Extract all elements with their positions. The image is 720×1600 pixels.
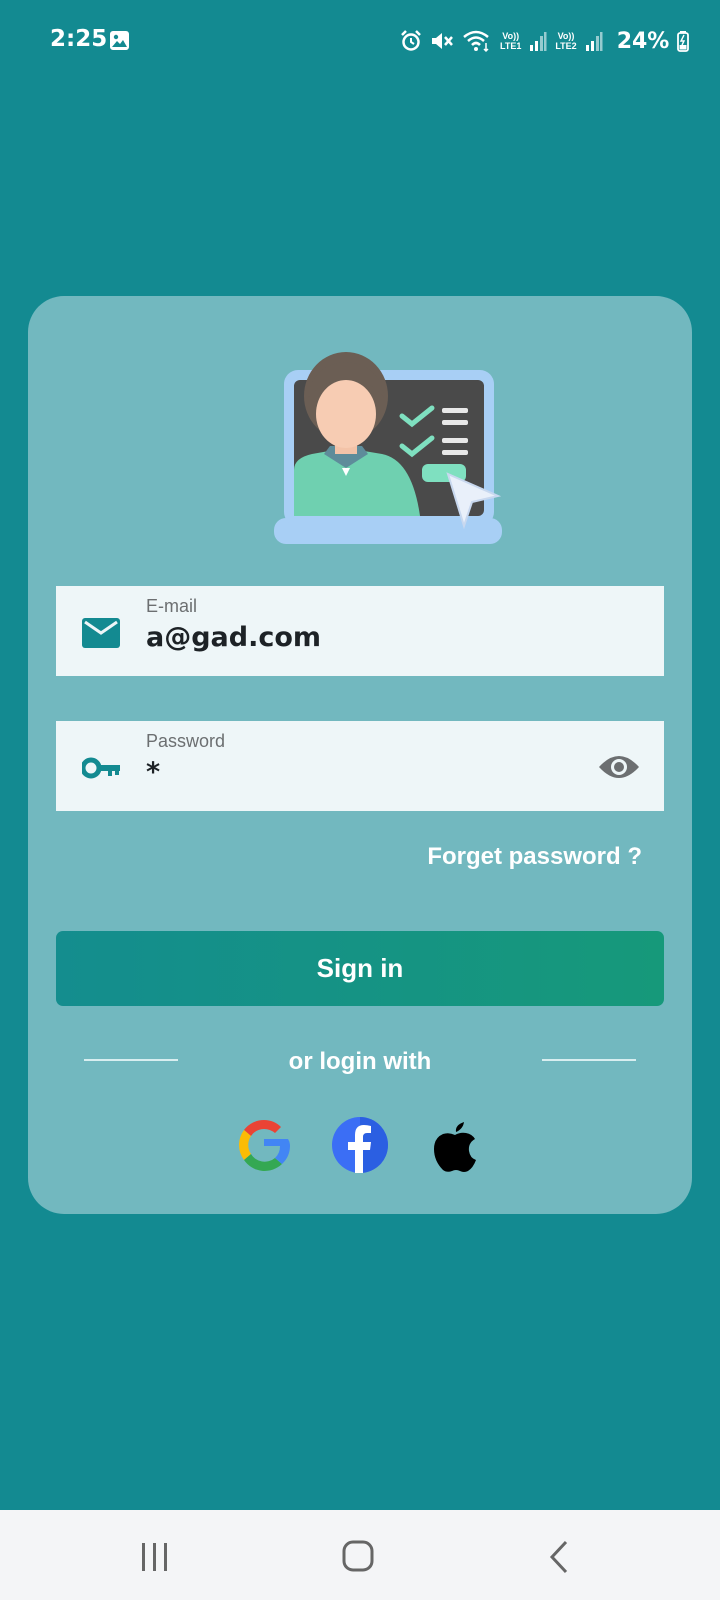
eye-icon[interactable] (598, 753, 640, 781)
email-value[interactable]: a@gad.com (146, 622, 321, 653)
signal-icon (585, 32, 603, 51)
google-icon[interactable] (235, 1116, 293, 1174)
or-login-label: or login with (288, 1048, 432, 1075)
facebook-icon[interactable] (331, 1116, 389, 1174)
sign-in-button[interactable]: Sign in (56, 931, 664, 1006)
home-icon[interactable] (340, 1540, 380, 1574)
battery-icon (677, 31, 690, 52)
password-field[interactable]: Password * (56, 721, 664, 811)
navigation-bar (0, 1510, 720, 1600)
alarm-icon (401, 30, 421, 51)
apple-icon[interactable] (426, 1116, 484, 1174)
password-value[interactable]: * (146, 757, 160, 788)
email-field[interactable]: E-mail a@gad.com (56, 586, 664, 676)
mute-icon (432, 33, 453, 49)
gallery-icon (110, 31, 129, 50)
key-icon (82, 757, 120, 779)
status-icons: Vo)) LTE1 Vo)) LTE2 24% (400, 26, 690, 56)
battery-percent: 24% (616, 28, 670, 54)
divider-line (542, 1059, 636, 1061)
signal-icon (530, 32, 547, 51)
mail-icon (82, 618, 120, 648)
login-illustration (274, 352, 502, 544)
status-bar: 2:25 Vo)) LTE1 Vo)) LTE2 24% (0, 0, 720, 82)
recents-icon[interactable] (135, 1540, 175, 1574)
wifi-icon (463, 30, 489, 53)
email-label: E-mail (146, 596, 198, 616)
back-icon[interactable] (540, 1540, 580, 1574)
sim2-label: Vo)) LTE2 (555, 31, 577, 51)
status-time: 2:25 (50, 26, 108, 52)
forgot-password-link[interactable]: Forget password ? (427, 843, 642, 871)
sim1-label: Vo)) LTE1 (500, 31, 522, 51)
login-card: E-mail a@gad.com Password * Forget passw… (28, 296, 692, 1214)
password-label: Password (146, 731, 226, 751)
